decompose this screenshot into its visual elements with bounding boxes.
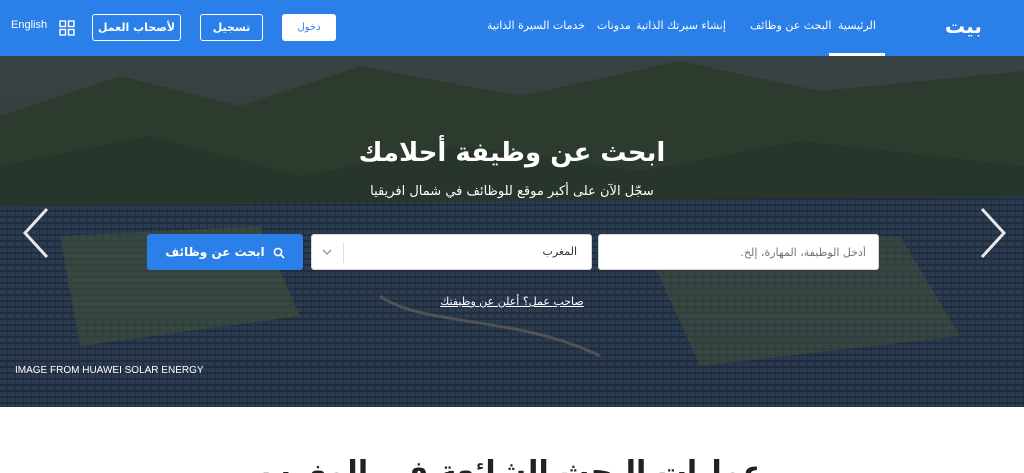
hero-background-image bbox=[0, 56, 1024, 407]
search-jobs-button[interactable]: ابحث عن وظائف bbox=[147, 234, 303, 270]
apps-grid-icon[interactable] bbox=[59, 20, 75, 36]
nav-create-cv[interactable]: إنشاء سيرتك الذاتية bbox=[636, 19, 726, 32]
employers-button[interactable]: لأصحاب العمل bbox=[92, 14, 181, 41]
chevron-down-icon bbox=[322, 249, 332, 255]
login-button[interactable]: دخول bbox=[282, 14, 336, 41]
image-credit: IMAGE FROM HUAWEI SOLAR ENERGY bbox=[15, 365, 204, 376]
job-search-input[interactable] bbox=[598, 234, 879, 270]
language-switch[interactable]: English bbox=[11, 19, 47, 31]
nav-job-search[interactable]: البحث عن وظائف bbox=[750, 19, 831, 32]
nav-home[interactable]: الرئيسية bbox=[838, 19, 876, 32]
popular-searches-title: عمليات البحث الشائعة في المغرب bbox=[260, 455, 764, 473]
country-select-value: المغرب bbox=[542, 245, 578, 258]
search-button-label: ابحث عن وظائف bbox=[165, 245, 265, 259]
hero-subtitle: سجّل الآن على أكبر موقع للوظائف في شمال … bbox=[370, 184, 654, 199]
register-button[interactable]: تسجيل bbox=[200, 14, 263, 41]
select-divider bbox=[343, 243, 344, 263]
search-icon bbox=[273, 247, 285, 259]
nav-blog[interactable]: مدونات bbox=[597, 19, 631, 32]
chevron-right-icon[interactable] bbox=[978, 207, 1008, 259]
nav-cv-services[interactable]: خدمات السيرة الذاتية bbox=[487, 19, 585, 32]
logo-text: بيت bbox=[945, 14, 982, 38]
hero-banner: ابحث عن وظيفة أحلامك سجّل الآن على أكبر … bbox=[0, 56, 1024, 407]
top-navigation-bar: English لأصحاب العمل تسجيل دخول خدمات ال… bbox=[0, 0, 1024, 56]
post-job-link[interactable]: صاحب عمل؟ أعلن عن وظيفتك bbox=[0, 295, 1024, 308]
country-select[interactable]: المغرب bbox=[311, 234, 592, 270]
chevron-left-icon[interactable] bbox=[21, 207, 51, 259]
site-logo[interactable]: بيت bbox=[945, 13, 989, 39]
hero-title: ابحث عن وظيفة أحلامك bbox=[358, 138, 666, 168]
